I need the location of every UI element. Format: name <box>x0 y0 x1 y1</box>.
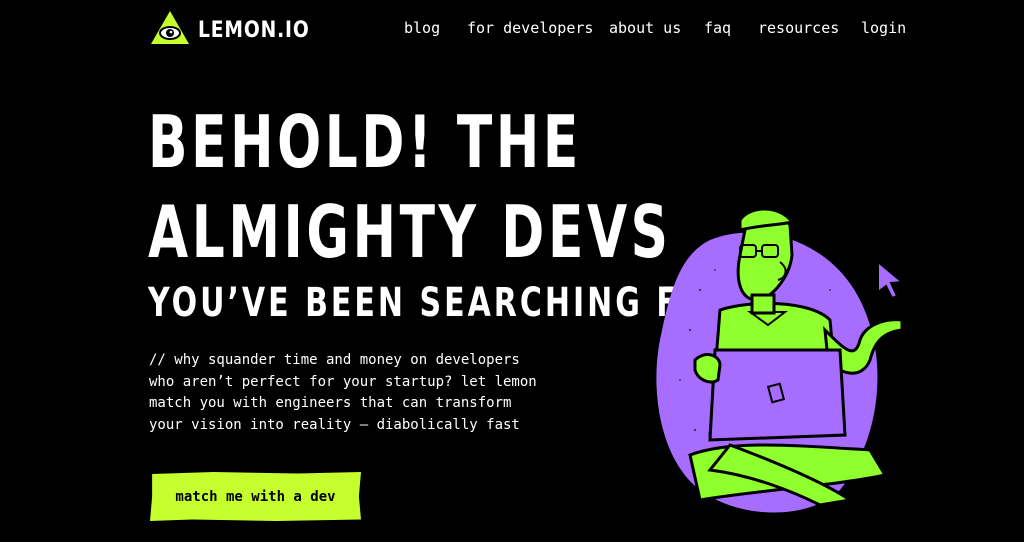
eye-triangle-icon <box>150 10 190 50</box>
nav-link-faq[interactable]: faq <box>704 19 731 37</box>
hero-description: // why squander time and money on develo… <box>149 350 549 436</box>
hero-description-line: who aren’t perfect for your startup? let… <box>149 373 537 390</box>
nav-link-resources[interactable]: resources <box>758 19 839 37</box>
hero-headline-line2: ALMIGHTY DEVS <box>148 190 672 274</box>
nav-link-about-us[interactable]: about us <box>609 19 681 37</box>
match-me-button[interactable]: match me with a dev <box>150 472 361 521</box>
nav-link-for-developers[interactable]: for developers <box>467 19 593 37</box>
nav-link-blog[interactable]: blog <box>404 19 440 37</box>
brand-logo[interactable]: LEMON.IO <box>150 10 329 50</box>
hero-description-line: // why squander time and money on develo… <box>149 352 520 368</box>
nav-link-login[interactable]: login <box>861 19 906 37</box>
brand-name: LEMON.IO <box>198 17 310 43</box>
hero-headline-line1: BEHOLD! THE <box>148 100 582 184</box>
hero-description-line: your vision into reality — diabolically … <box>149 416 520 433</box>
hero-description-line: match you with engineers that can transf… <box>149 395 512 411</box>
cursor-arrow-icon <box>877 259 905 300</box>
developer-with-laptop-illustration <box>640 200 940 520</box>
